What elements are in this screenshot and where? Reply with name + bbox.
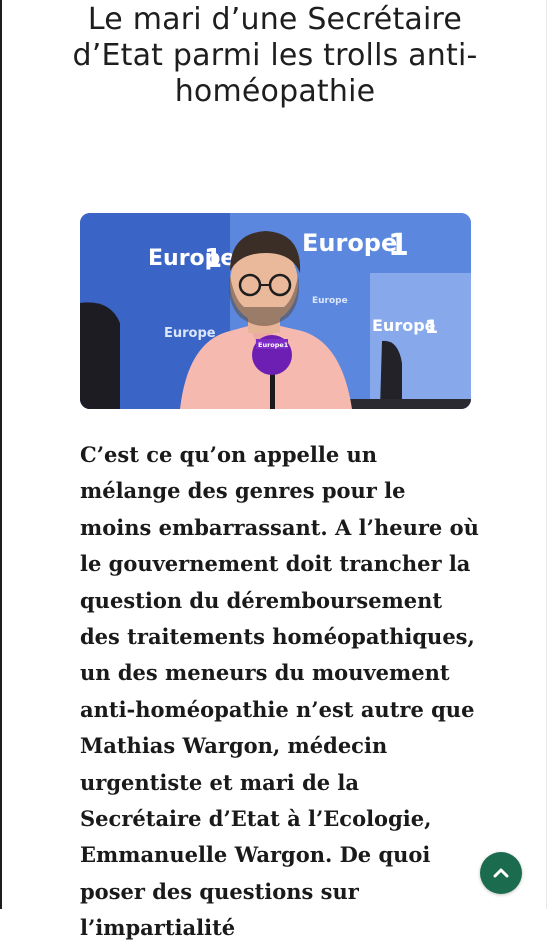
- backdrop-logo-top-digit: 1: [388, 228, 409, 263]
- chevron-up-icon: [493, 868, 509, 878]
- backdrop-logo-small: Europe: [164, 326, 216, 341]
- backdrop-logo-left: Europe: [148, 246, 235, 271]
- backdrop-logo-top: Europe: [302, 229, 397, 257]
- left-edge-divider: [0, 0, 2, 909]
- backdrop-logo-right-digit: 1: [425, 316, 438, 338]
- backdrop-logo-left-digit: 1: [204, 244, 222, 274]
- scroll-to-top-button[interactable]: [480, 852, 522, 894]
- article-title: Le mari d’une Secrétaire d’Etat parmi le…: [72, 2, 478, 109]
- article-body: C’est ce qu’on appelle un mélange des ge…: [80, 442, 479, 941]
- microphone-logo: Europe1: [258, 341, 289, 349]
- article-hero-image: Europe 1 Europe 1 Europe 1 Europe Europe…: [80, 213, 471, 409]
- backdrop-logo-tiny: Europe: [312, 296, 348, 306]
